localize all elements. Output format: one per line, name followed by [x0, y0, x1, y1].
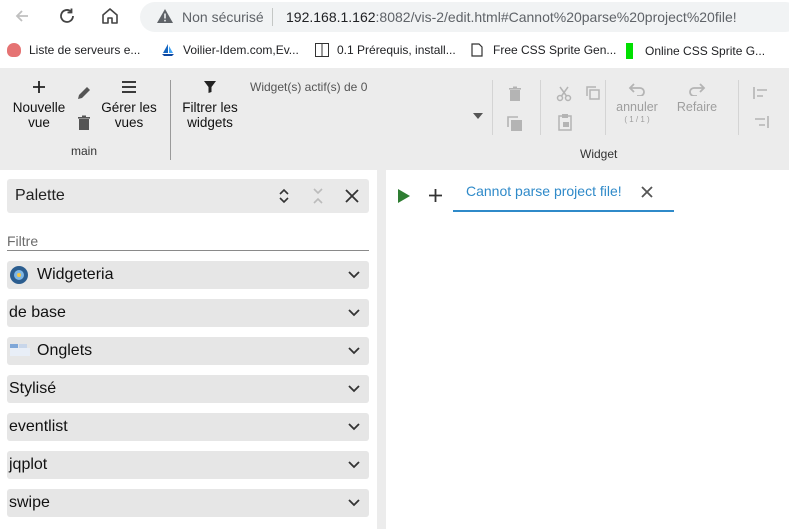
toolbar-divider: [492, 80, 493, 135]
toolbar-divider: [738, 80, 739, 135]
bookmark-label: 0.1 Prérequis, install...: [337, 43, 456, 57]
home-button[interactable]: [97, 3, 123, 29]
duplicate-icon[interactable]: [585, 85, 601, 101]
toolbar-divider: [540, 80, 541, 135]
page-icon: [471, 43, 485, 57]
palette-group-widgeteria[interactable]: Widgeteria: [7, 261, 369, 289]
chevron-down-icon: [348, 385, 360, 393]
redo-button[interactable]: Refaire: [672, 82, 722, 115]
filter-icon: [178, 80, 242, 100]
bookmark-label: Online CSS Sprite G...: [645, 44, 766, 58]
book-icon: [315, 43, 329, 57]
palette-group-stylise[interactable]: Stylisé: [7, 375, 369, 403]
trash-icon[interactable]: [508, 86, 522, 102]
filter-widgets-label-2: widgets: [187, 115, 233, 130]
pencil-icon[interactable]: [76, 85, 92, 101]
caret-down-icon[interactable]: [472, 112, 484, 120]
chevron-down-icon: [348, 423, 360, 431]
green-bar-icon: [626, 43, 633, 59]
home-icon: [102, 8, 118, 24]
pig-icon: [7, 43, 21, 57]
tabs-icon: [10, 344, 30, 356]
redo-icon: [672, 82, 722, 100]
filter-underline: [7, 250, 369, 251]
bookmark-label: Voilier-Idem.com,Ev...: [183, 43, 299, 57]
palette-group-label: Widgeteria: [37, 266, 114, 283]
security-label: Non sécurisé: [182, 9, 264, 25]
chevron-down-icon: [348, 309, 360, 317]
align-left-icon[interactable]: [753, 86, 769, 100]
palette-group-swipe[interactable]: swipe: [7, 489, 369, 517]
palette-group-eventlist[interactable]: eventlist: [7, 413, 369, 441]
url-text[interactable]: 192.168.1.162:8082/vis-2/edit.html#Canno…: [286, 9, 737, 25]
menu-icon: [98, 80, 160, 100]
bookmark-item[interactable]: Online CSS Sprite G...: [626, 43, 765, 59]
undo-button[interactable]: annuler ( 1 / 1 ): [610, 82, 664, 124]
palette-group-jqplot[interactable]: jqplot: [7, 451, 369, 479]
toolbar-divider: [170, 80, 171, 160]
palette-group-label: swipe: [9, 494, 50, 511]
url-path: :8082/vis-2/edit.html#Cannot%20parse%20p…: [375, 9, 737, 25]
toolbar-divider: [605, 80, 606, 135]
bookmark-item[interactable]: Free CSS Sprite Gen...: [471, 43, 616, 57]
reload-icon: [60, 8, 74, 23]
new-view-button[interactable]: Nouvelle vue: [8, 80, 70, 130]
panel-splitter[interactable]: [377, 170, 386, 529]
plus-icon: [8, 80, 70, 100]
undo-count: ( 1 / 1 ): [624, 115, 650, 124]
url-host: 192.168.1.162: [286, 9, 376, 25]
palette-title: Palette: [15, 187, 65, 204]
manage-views-button[interactable]: Gérer les vues: [98, 80, 160, 130]
filter-widgets-label: Filtrer les: [182, 100, 238, 115]
palette-group-label: de base: [9, 304, 66, 321]
redo-label: Refaire: [676, 100, 718, 114]
close-icon[interactable]: [344, 188, 360, 204]
bookmark-item[interactable]: 0.1 Prérequis, install...: [315, 43, 456, 57]
align-right-icon[interactable]: [753, 115, 769, 129]
sailboat-icon: [161, 43, 175, 57]
new-view-label-2: vue: [28, 115, 50, 130]
palette-group-label: jqplot: [9, 456, 48, 473]
fold-icon[interactable]: [312, 187, 324, 205]
manage-views-label: Gérer les: [101, 100, 157, 115]
palette-group-de-base[interactable]: de base: [7, 299, 369, 327]
palette-group-label: eventlist: [9, 418, 68, 435]
add-view-icon[interactable]: [428, 188, 443, 203]
trash-icon[interactable]: [77, 115, 91, 131]
chevron-down-icon: [348, 461, 360, 469]
chevron-down-icon: [348, 271, 360, 279]
bookmark-item[interactable]: Voilier-Idem.com,Ev...: [161, 43, 299, 57]
palette-group-onglets[interactable]: Onglets: [7, 337, 369, 365]
filter-input[interactable]: Filtre: [7, 233, 38, 249]
reload-button[interactable]: [54, 3, 80, 29]
undo-icon: [610, 82, 664, 100]
group-label-widget: Widget: [580, 147, 618, 161]
paste-icon[interactable]: [557, 113, 573, 131]
back-button[interactable]: [9, 3, 35, 29]
bookmark-item[interactable]: Liste de serveurs e...: [7, 43, 140, 57]
chevron-down-icon: [348, 499, 360, 507]
scissors-icon[interactable]: [556, 86, 572, 102]
url-divider: [272, 8, 273, 26]
bookmark-label: Liste de serveurs e...: [29, 43, 141, 57]
active-tab-indicator: [453, 210, 674, 212]
undo-label: annuler: [616, 100, 658, 114]
arrow-left-icon: [15, 10, 28, 22]
palette-group-label: Stylisé: [9, 380, 57, 397]
manage-views-label-2: vues: [114, 115, 144, 130]
active-widgets-select[interactable]: Widget(s) actif(s) de 0: [250, 80, 367, 94]
bookmark-label: Free CSS Sprite Gen...: [493, 43, 617, 57]
group-label-main: main: [71, 144, 98, 158]
filter-widgets-button[interactable]: Filtrer les widgets: [178, 80, 242, 130]
copy-icon[interactable]: [506, 115, 524, 133]
chevron-down-icon: [348, 347, 360, 355]
close-tab-icon[interactable]: [641, 186, 653, 198]
new-view-label: Nouvelle: [12, 100, 66, 115]
play-icon[interactable]: [397, 188, 411, 204]
tab-label: Cannot parse project file!: [466, 183, 622, 199]
palette-group-label: Onglets: [37, 342, 93, 359]
warning-icon: [157, 9, 173, 23]
unfold-icon[interactable]: [278, 187, 290, 205]
widgeteria-icon: [10, 266, 28, 284]
